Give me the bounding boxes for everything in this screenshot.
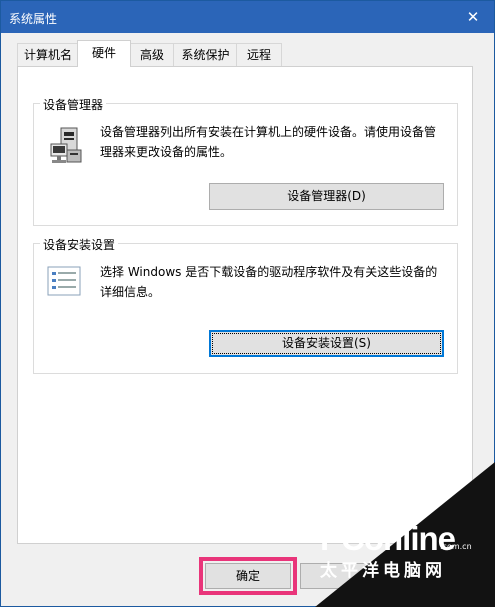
device-manager-group-title: 设备管理器 [40, 96, 107, 113]
device-manager-group: 设备管理器 设备管理器列出所有安装在计算机上的硬件设备。请使用设备管理器来更改设… [33, 96, 458, 226]
device-installation-group-title: 设备安装设置 [40, 236, 119, 253]
device-installation-description: 选择 Windows 是否下载设备的驱动程序软件及有关这些设备的详细信息。 [100, 265, 438, 299]
watermark-chinese-name: 太平洋电脑网 [320, 561, 446, 581]
watermark-logo: PConline [320, 520, 456, 557]
watermark-domain: .com.cn [440, 542, 472, 551]
close-icon[interactable]: ✕ [460, 5, 486, 29]
tab-remote[interactable]: 远程 [236, 43, 282, 66]
device-installation-group: 设备安装设置 选择 Windows 是否下载设备的驱动程序软件及有关这些设备的详… [33, 236, 458, 374]
tab-computer-name[interactable]: 计算机名 [17, 43, 79, 66]
title-bar[interactable]: 系统属性 ✕ [1, 1, 494, 33]
settings-list-icon [47, 266, 81, 296]
device-manager-description: 设备管理器列出所有安装在计算机上的硬件设备。请使用设备管理器来更改设备的属性。 [100, 125, 437, 159]
tab-hardware[interactable]: 硬件 [77, 40, 131, 67]
ok-button[interactable]: 确定 [199, 557, 297, 595]
device-manager-button[interactable]: 设备管理器(D) [209, 183, 444, 210]
tab-system-protection[interactable]: 系统保护 [173, 43, 238, 66]
device-installation-settings-button[interactable]: 设备安装设置(S) [209, 330, 444, 357]
window-title: 系统属性 [9, 12, 58, 26]
device-manager-icon [50, 127, 82, 163]
tab-advanced[interactable]: 高级 [129, 43, 175, 66]
